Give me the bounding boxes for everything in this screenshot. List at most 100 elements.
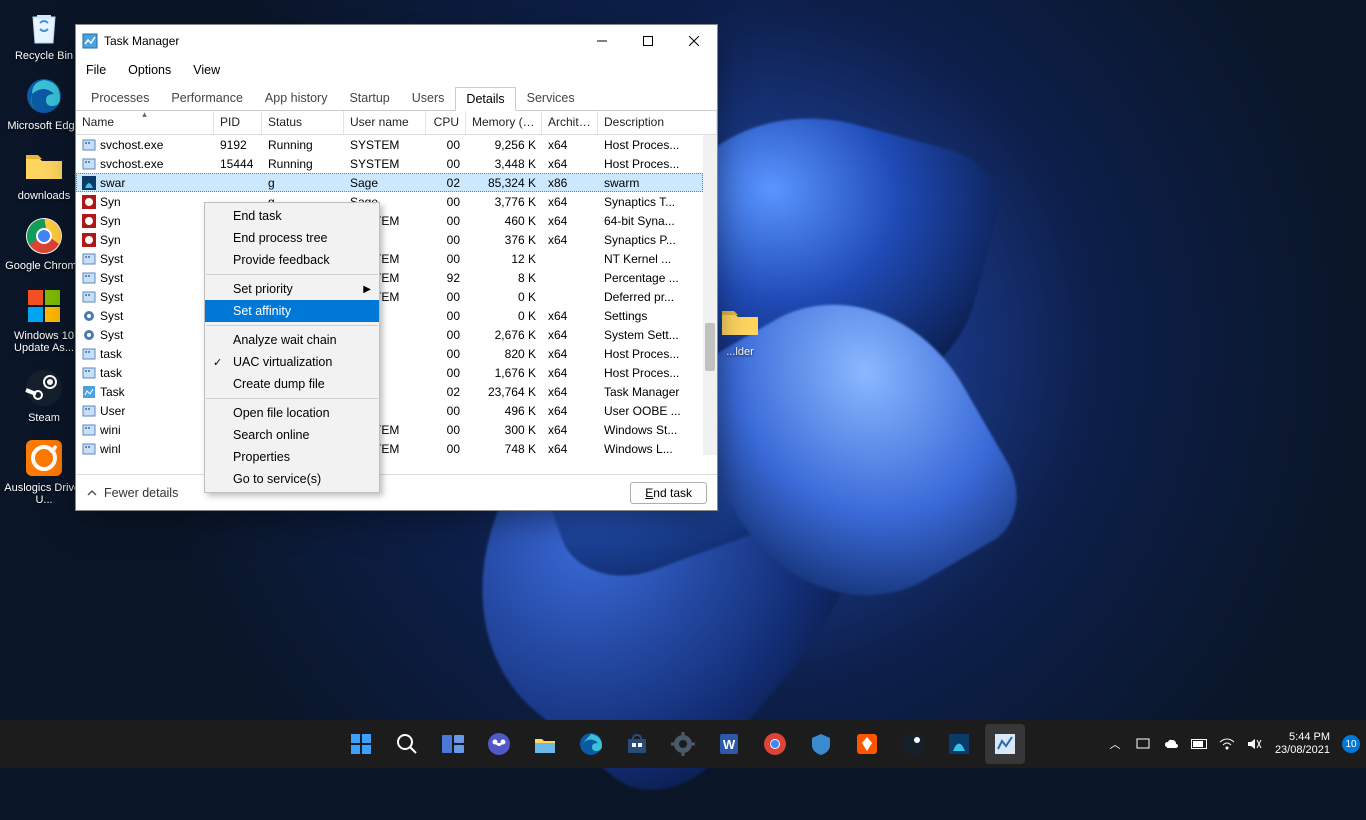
taskbar-settings[interactable]	[663, 724, 703, 764]
desktop-icon-recycle[interactable]: Recycle Bin	[4, 4, 84, 62]
taskbar-steam[interactable]	[893, 724, 933, 764]
table-row[interactable]: SystgSage002,676 Kx64System Sett...	[76, 325, 703, 344]
table-row[interactable]: taskgSage001,676 Kx64Host Proces...	[76, 363, 703, 382]
taskbar-store[interactable]	[617, 724, 657, 764]
taskbar-security[interactable]	[801, 724, 841, 764]
desktop-background[interactable]: Recycle Bin Microsoft Edge downloads Google…	[0, 0, 1366, 768]
process-name: svchost.exe	[100, 138, 163, 152]
ctx-end-process-tree[interactable]: End process tree	[205, 227, 379, 249]
table-row[interactable]: winigSYSTEM00300 Kx64Windows St...	[76, 420, 703, 439]
ctx-open-file-location[interactable]: Open file location	[205, 402, 379, 424]
tray-wifi-icon[interactable]	[1219, 736, 1235, 752]
process-name: Syst	[100, 309, 123, 323]
maximize-button[interactable]	[625, 25, 671, 57]
tray-battery-icon[interactable]	[1191, 736, 1207, 752]
taskbar-taskview[interactable]	[433, 724, 473, 764]
taskbar-explorer[interactable]	[525, 724, 565, 764]
tab-details[interactable]: Details	[455, 87, 515, 111]
tab-startup[interactable]: Startup	[338, 86, 400, 110]
ctx-analyze-wait-chain[interactable]: Analyze wait chain	[205, 329, 379, 351]
desktop-icon-chrome[interactable]: Google Chrome	[4, 214, 84, 272]
table-row[interactable]: winlgSYSTEM00748 Kx64Windows L...	[76, 439, 703, 458]
taskbar-search[interactable]	[387, 724, 427, 764]
col-cpu[interactable]: CPU	[426, 111, 466, 134]
ctx-label: Go to service(s)	[233, 472, 321, 486]
col-user[interactable]: User name	[344, 111, 426, 134]
menu-view[interactable]: View	[189, 61, 224, 79]
table-row[interactable]: SystdedSage000 Kx64Settings	[76, 306, 703, 325]
col-arch[interactable]: Archite...	[542, 111, 598, 134]
tray-onedrive-icon[interactable]	[1163, 736, 1179, 752]
col-pid[interactable]: PID	[214, 111, 262, 134]
taskbar-chrome[interactable]	[755, 724, 795, 764]
process-name: svchost.exe	[100, 157, 163, 171]
table-row[interactable]: SystgSYSTEM928 KPercentage ...	[76, 268, 703, 287]
ctx-go-to-service-s-[interactable]: Go to service(s)	[205, 468, 379, 490]
desktop-icon-folder[interactable]: downloads	[4, 144, 84, 202]
table-row[interactable]: UsergSage00496 Kx64User OOBE ...	[76, 401, 703, 420]
tab-users[interactable]: Users	[401, 86, 456, 110]
menu-options[interactable]: Options	[124, 61, 175, 79]
cell-user: SYSTEM	[344, 157, 426, 171]
desktop-icon-steam[interactable]: Steam	[4, 366, 84, 424]
table-row[interactable]: svchost.exe9192RunningSYSTEM009,256 Kx64…	[76, 135, 703, 154]
table-row[interactable]: SyngSYSTEM00460 Kx6464-bit Syna...	[76, 211, 703, 230]
menu-file[interactable]: File	[82, 61, 110, 79]
taskbar-brave[interactable]	[847, 724, 887, 764]
cell-mem: 496 K	[466, 404, 542, 418]
taskbar-swarm[interactable]	[939, 724, 979, 764]
desktop-icon-auslogics[interactable]: Auslogics Driver U...	[4, 436, 84, 506]
ctx-label: Search online	[233, 428, 309, 442]
ctx-set-affinity[interactable]: Set affinity	[205, 300, 379, 322]
cell-mem: 9,256 K	[466, 138, 542, 152]
ctx-label: Properties	[233, 450, 290, 464]
col-desc[interactable]: Description	[598, 111, 717, 134]
tab-app-history[interactable]: App history	[254, 86, 339, 110]
ctx-end-task[interactable]: End task	[205, 205, 379, 227]
cell-mem: 748 K	[466, 442, 542, 456]
table-row[interactable]: svchost.exe15444RunningSYSTEM003,448 Kx6…	[76, 154, 703, 173]
desktop-icon-winupdate[interactable]: Windows 10 Update As...	[4, 284, 84, 354]
fewer-details-button[interactable]: Fewer details	[86, 486, 178, 500]
close-button[interactable]	[671, 25, 717, 57]
table-row[interactable]: TaskgSage0223,764 Kx64Task Manager	[76, 382, 703, 401]
titlebar[interactable]: Task Manager	[76, 25, 717, 57]
taskbar-word[interactable]: W	[709, 724, 749, 764]
table-row[interactable]: swargSage0285,324 Kx86swarm	[76, 173, 703, 192]
clock[interactable]: 5:44 PM 23/08/2021	[1275, 731, 1330, 757]
table-row[interactable]: SyngSage00376 Kx64Synaptics P...	[76, 230, 703, 249]
tab-processes[interactable]: Processes	[80, 86, 160, 110]
ctx-provide-feedback[interactable]: Provide feedback	[205, 249, 379, 271]
scrollbar-thumb[interactable]	[705, 323, 715, 371]
table-row[interactable]: SystgSYSTEM000 KDeferred pr...	[76, 287, 703, 306]
col-mem[interactable]: Memory (a...	[466, 111, 542, 134]
ctx-search-online[interactable]: Search online	[205, 424, 379, 446]
process-name: task	[100, 366, 122, 380]
ctx-set-priority[interactable]: Set priority▶	[205, 278, 379, 300]
col-name[interactable]: Name▴	[76, 111, 214, 134]
notification-badge[interactable]: 10	[1342, 735, 1360, 753]
tray-volume-icon[interactable]	[1247, 736, 1263, 752]
desktop-icon-edge[interactable]: Microsoft Edge	[4, 74, 84, 132]
scrollbar[interactable]	[703, 135, 717, 455]
table-row[interactable]: SystgSYSTEM0012 KNT Kernel ...	[76, 249, 703, 268]
ctx-uac-virtualization[interactable]: ✓UAC virtualization	[205, 351, 379, 373]
tab-services[interactable]: Services	[516, 86, 586, 110]
ctx-properties[interactable]: Properties	[205, 446, 379, 468]
tray-touchpad-icon[interactable]	[1135, 736, 1151, 752]
tab-performance[interactable]: Performance	[160, 86, 254, 110]
tray-chevron-icon[interactable]: ︿	[1107, 736, 1123, 752]
taskbar-taskmgr[interactable]	[985, 724, 1025, 764]
taskbar-edge[interactable]	[571, 724, 611, 764]
minimize-button[interactable]	[579, 25, 625, 57]
taskbar-start[interactable]	[341, 724, 381, 764]
table-row[interactable]: taskgSage00820 Kx64Host Proces...	[76, 344, 703, 363]
process-name: Syst	[100, 290, 123, 304]
end-task-button[interactable]: End task	[630, 482, 707, 504]
taskbar-chat[interactable]	[479, 724, 519, 764]
ctx-label: Provide feedback	[233, 253, 330, 267]
table-row[interactable]: SyngSage003,776 Kx64Synaptics T...	[76, 192, 703, 211]
ctx-create-dump-file[interactable]: Create dump file	[205, 373, 379, 395]
process-icon	[82, 404, 96, 418]
col-status[interactable]: Status	[262, 111, 344, 134]
